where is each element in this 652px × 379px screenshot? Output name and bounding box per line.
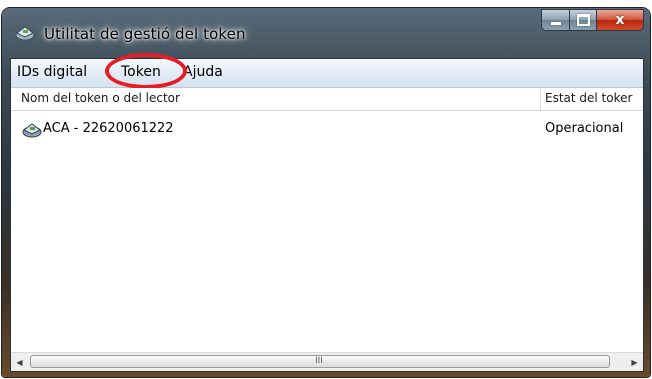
minimize-icon — [550, 21, 561, 25]
token-status: Operacional — [545, 121, 624, 136]
column-separator[interactable] — [540, 88, 541, 110]
title-bar[interactable]: Utilitat de gestió del token x — [2, 8, 650, 56]
scroll-right-icon[interactable]: ▶ — [626, 353, 643, 371]
minimize-button[interactable] — [541, 9, 569, 31]
menu-token[interactable]: Token — [121, 64, 161, 80]
close-icon: x — [615, 12, 625, 28]
list-item[interactable]: ACA - 22620061222 Operacional — [11, 118, 643, 142]
token-name: ACA - 22620061222 — [43, 121, 174, 136]
token-reader-icon — [14, 24, 36, 42]
scrollbar-thumb[interactable]: III — [30, 355, 610, 368]
window-title: Utilitat de gestió del token — [44, 25, 246, 43]
horizontal-scrollbar[interactable]: ◀ III ▶ — [11, 352, 643, 371]
menu-ajuda[interactable]: Ajuda — [183, 64, 223, 80]
column-header-status[interactable]: Estat del toker — [545, 91, 632, 105]
column-header-name[interactable]: Nom del token o del lector — [21, 91, 180, 105]
client-area: IDs digital Token Ajuda Nom del token o … — [10, 53, 644, 372]
caption-buttons: x — [541, 9, 644, 31]
grip-icon: III — [315, 356, 323, 366]
scroll-left-icon[interactable]: ◀ — [11, 353, 28, 371]
menu-ids-digital[interactable]: IDs digital — [17, 64, 87, 80]
menu-bar: IDs digital Token Ajuda — [11, 53, 643, 89]
token-reader-icon — [21, 121, 43, 139]
maximize-icon — [576, 14, 590, 26]
close-button[interactable]: x — [596, 9, 644, 31]
maximize-button[interactable] — [569, 9, 596, 31]
app-window: Utilitat de gestió del token x IDs digit… — [2, 8, 650, 377]
list-header: Nom del token o del lector Estat del tok… — [11, 88, 643, 111]
